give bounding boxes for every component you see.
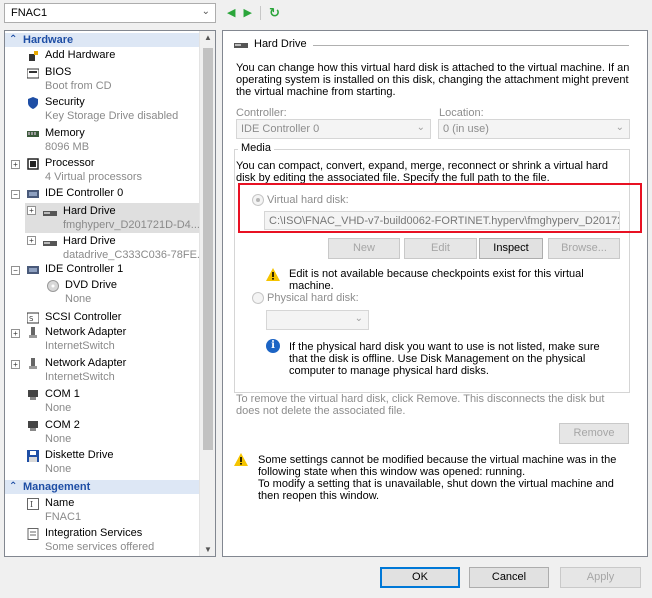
apply-button[interactable]: Apply	[560, 567, 641, 588]
location-label: Location:	[439, 107, 484, 119]
media-label: Media	[238, 142, 274, 154]
toolbar-separator	[259, 6, 261, 20]
shield-icon	[28, 97, 38, 109]
management-section-header[interactable]: ⌃ Management	[5, 480, 201, 494]
forward-arrow-icon[interactable]: ▶	[243, 6, 251, 20]
physical-disk-select[interactable]: ⌄	[266, 310, 369, 330]
add-hardware-icon	[29, 51, 38, 61]
vm-selector[interactable]: FNAC1 ⌄	[4, 3, 216, 23]
hard-drive-icon	[43, 211, 57, 216]
back-arrow-icon[interactable]: ◀	[227, 6, 235, 20]
refresh-icon[interactable]: ↻	[269, 6, 280, 20]
remove-button[interactable]: Remove	[559, 423, 629, 444]
collapse-icon[interactable]: −	[11, 190, 20, 199]
browse-button[interactable]: Browse...	[548, 238, 620, 259]
collapse-icon: ⌃	[9, 34, 18, 45]
physical-disk-label: Physical hard disk:	[267, 292, 359, 304]
controller-label: Controller:	[236, 107, 287, 119]
physical-disk-radio[interactable]	[252, 292, 264, 304]
integration-services-icon	[27, 528, 39, 540]
name-icon: I	[27, 498, 39, 510]
dvd-icon	[47, 280, 59, 292]
expand-icon[interactable]: +	[27, 236, 36, 245]
network-adapter-icon	[29, 358, 37, 369]
hard-drive-icon	[234, 43, 248, 48]
network-adapter-icon	[29, 327, 37, 338]
cancel-button[interactable]: Cancel	[469, 567, 549, 588]
highlight-box	[238, 183, 642, 233]
tree-item-hard-drive-selected[interactable]: + Hard Drive fmghyperv_D201721D-D4...	[25, 203, 215, 233]
bios-icon	[27, 68, 39, 79]
remove-text: To remove the virtual hard disk, click R…	[236, 393, 605, 417]
memory-icon	[27, 131, 39, 137]
scrollbar-thumb[interactable]	[203, 48, 213, 450]
edit-warning-text: Edit is not available because checkpoint…	[289, 268, 584, 292]
chevron-down-icon: ⌄	[354, 313, 363, 324]
settings-warning-text-2: To modify a setting that is unavailable,…	[258, 478, 614, 502]
warning-icon	[234, 453, 248, 466]
warning-icon	[266, 268, 280, 281]
controller-select[interactable]: IDE Controller 0 ⌄	[236, 119, 431, 139]
nav-buttons: ◀ ▶ ↻	[227, 5, 280, 21]
tree-item-hard-drive-2[interactable]: + Hard Drive datadrive_C333C036-78FE...	[25, 233, 215, 263]
intro-text: You can change how this virtual hard dis…	[236, 62, 630, 98]
settings-warning-text-1: Some settings cannot be modified because…	[258, 454, 617, 478]
chevron-down-icon: ⌄	[615, 122, 624, 133]
settings-tree[interactable]: ⌃ Hardware Add Hardware BIOS Boot from C…	[4, 30, 216, 557]
controller-icon	[27, 190, 39, 198]
expand-icon[interactable]: +	[27, 206, 36, 215]
hard-drive-icon	[43, 241, 57, 246]
section-title: Hard Drive	[234, 38, 307, 50]
title-divider	[313, 45, 629, 46]
diskette-icon	[27, 450, 39, 462]
scroll-down-icon[interactable]: ▼	[204, 545, 212, 554]
location-select[interactable]: 0 (in use) ⌄	[438, 119, 630, 139]
expand-icon[interactable]: +	[11, 360, 20, 369]
hardware-section-header[interactable]: ⌃ Hardware	[5, 33, 201, 47]
scsi-icon: S	[27, 312, 39, 324]
com-port-icon	[28, 390, 38, 400]
svg-text:I: I	[30, 500, 33, 509]
svg-text:S: S	[29, 315, 34, 323]
chevron-down-icon: ⌄	[201, 6, 210, 17]
new-button[interactable]: New	[328, 238, 400, 259]
controller-icon	[27, 266, 39, 274]
expand-icon[interactable]: +	[11, 160, 20, 169]
media-text: You can compact, convert, expand, merge,…	[236, 160, 608, 184]
collapse-icon: ⌃	[9, 481, 18, 492]
chevron-down-icon: ⌄	[416, 122, 425, 133]
collapse-icon[interactable]: −	[11, 266, 20, 275]
edit-button[interactable]: Edit	[404, 238, 477, 259]
inspect-button[interactable]: Inspect	[479, 238, 543, 259]
detail-panel: Hard Drive You can change how this virtu…	[222, 30, 648, 557]
ok-button[interactable]: OK	[380, 567, 460, 588]
tree-scrollbar[interactable]: ▲ ▼	[199, 31, 215, 556]
scroll-up-icon[interactable]: ▲	[204, 33, 212, 42]
processor-icon	[27, 158, 39, 170]
info-icon: i	[266, 339, 280, 353]
com-port-icon	[28, 421, 38, 431]
expand-icon[interactable]: +	[11, 329, 20, 338]
physical-info-text: If the physical hard disk you want to us…	[289, 341, 600, 377]
